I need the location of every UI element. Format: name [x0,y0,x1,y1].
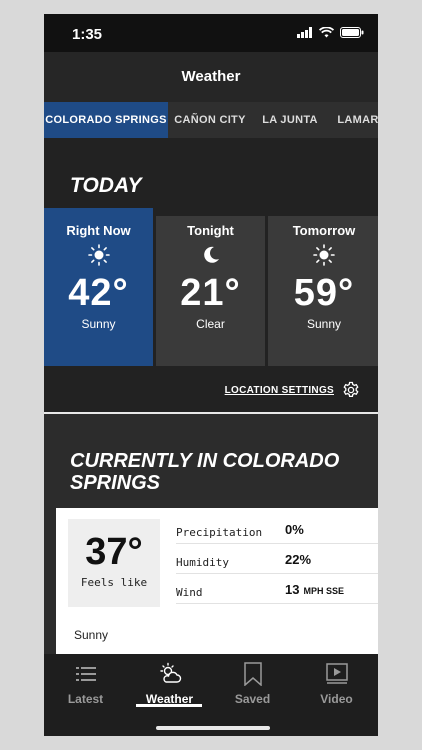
card-label: Tonight [187,223,234,238]
phone-screen: 1:35 Weather COLORADO SPRINGS CAÑON CITY… [44,14,378,736]
stats-list: Precipitation 0% Humidity 22% Wind 13 MPH… [176,514,378,604]
status-time: 1:35 [72,26,103,43]
current-conditions-card: 37° Feels like Precipitation 0% Humidity… [56,508,378,654]
stat-name: Wind [176,586,203,599]
current-condition: Sunny [74,628,109,642]
current-title: CURRENTLY IN COLORADO SPRINGS [70,450,340,494]
nav-label: Saved [234,692,271,706]
card-condition: Sunny [81,317,116,331]
today-section: TODAY Right Now 42° Sunny Tonight 21° Cl… [44,138,378,412]
sun-icon [87,244,110,266]
weather-icon [159,662,181,683]
stat-row-wind: Wind 13 MPH SSE [176,574,378,604]
card-condition: Clear [196,317,225,331]
wifi-icon [319,27,334,38]
nav-label: Video [320,692,353,706]
tomorrow-card[interactable]: Tomorrow 59° Sunny [268,216,378,366]
status-icons [297,27,364,38]
card-temp: 42° [68,272,129,314]
battery-icon [340,27,364,38]
card-condition: Sunny [306,317,342,331]
feels-like-label: Feels like [80,576,148,589]
card-label: Tomorrow [292,223,356,238]
stat-name: Precipitation [176,526,263,539]
gear-icon[interactable] [342,381,360,399]
nav-label: Latest [67,692,104,706]
location-tabs: COLORADO SPRINGS CAÑON CITY LA JUNTA LAM… [44,102,378,138]
feels-like-temp: 37° [85,531,143,573]
video-icon [325,663,348,684]
tonight-card[interactable]: Tonight 21° Clear [156,216,265,366]
tab-la-junta[interactable]: LA JUNTA [252,102,328,138]
page-title: Weather [44,52,378,102]
bookmark-icon [243,662,262,686]
location-settings-link[interactable]: LOCATION SETTINGS [225,385,334,396]
card-label: Right Now [66,223,131,238]
tab-canon-city[interactable]: CAÑON CITY [168,102,252,138]
signal-icon [297,27,312,38]
sun-icon [313,244,335,266]
tab-lamar[interactable]: LAMAR [328,102,378,138]
current-conditions-section: CURRENTLY IN COLORADO SPRINGS 37° Feels … [44,414,378,654]
nav-weather[interactable]: Weather [128,662,211,706]
card-temp: 21° [180,272,241,314]
stat-value: 13 MPH SSE [285,582,344,597]
nav-video[interactable]: Video [295,662,378,706]
moon-icon [203,246,219,263]
stat-name: Humidity [176,556,229,569]
home-indicator[interactable] [156,726,270,730]
stat-value: 0% [285,522,304,537]
today-title: TODAY [70,174,142,197]
stat-row-precipitation: Precipitation 0% [176,514,378,544]
active-tab-indicator [136,704,202,707]
status-bar: 1:35 [44,14,378,52]
nav-latest[interactable]: Latest [44,662,127,706]
nav-saved[interactable]: Saved [211,662,294,706]
feels-like-box: 37° Feels like [68,519,160,607]
list-icon [75,667,96,681]
stat-value: 22% [285,552,312,567]
stat-row-humidity: Humidity 22% [176,544,378,574]
tab-colorado-springs[interactable]: COLORADO SPRINGS [44,102,168,138]
right-now-card[interactable]: Right Now 42° Sunny [44,208,153,366]
card-temp: 59° [293,272,355,314]
bottom-nav: Latest Weather Saved Video [44,654,378,736]
